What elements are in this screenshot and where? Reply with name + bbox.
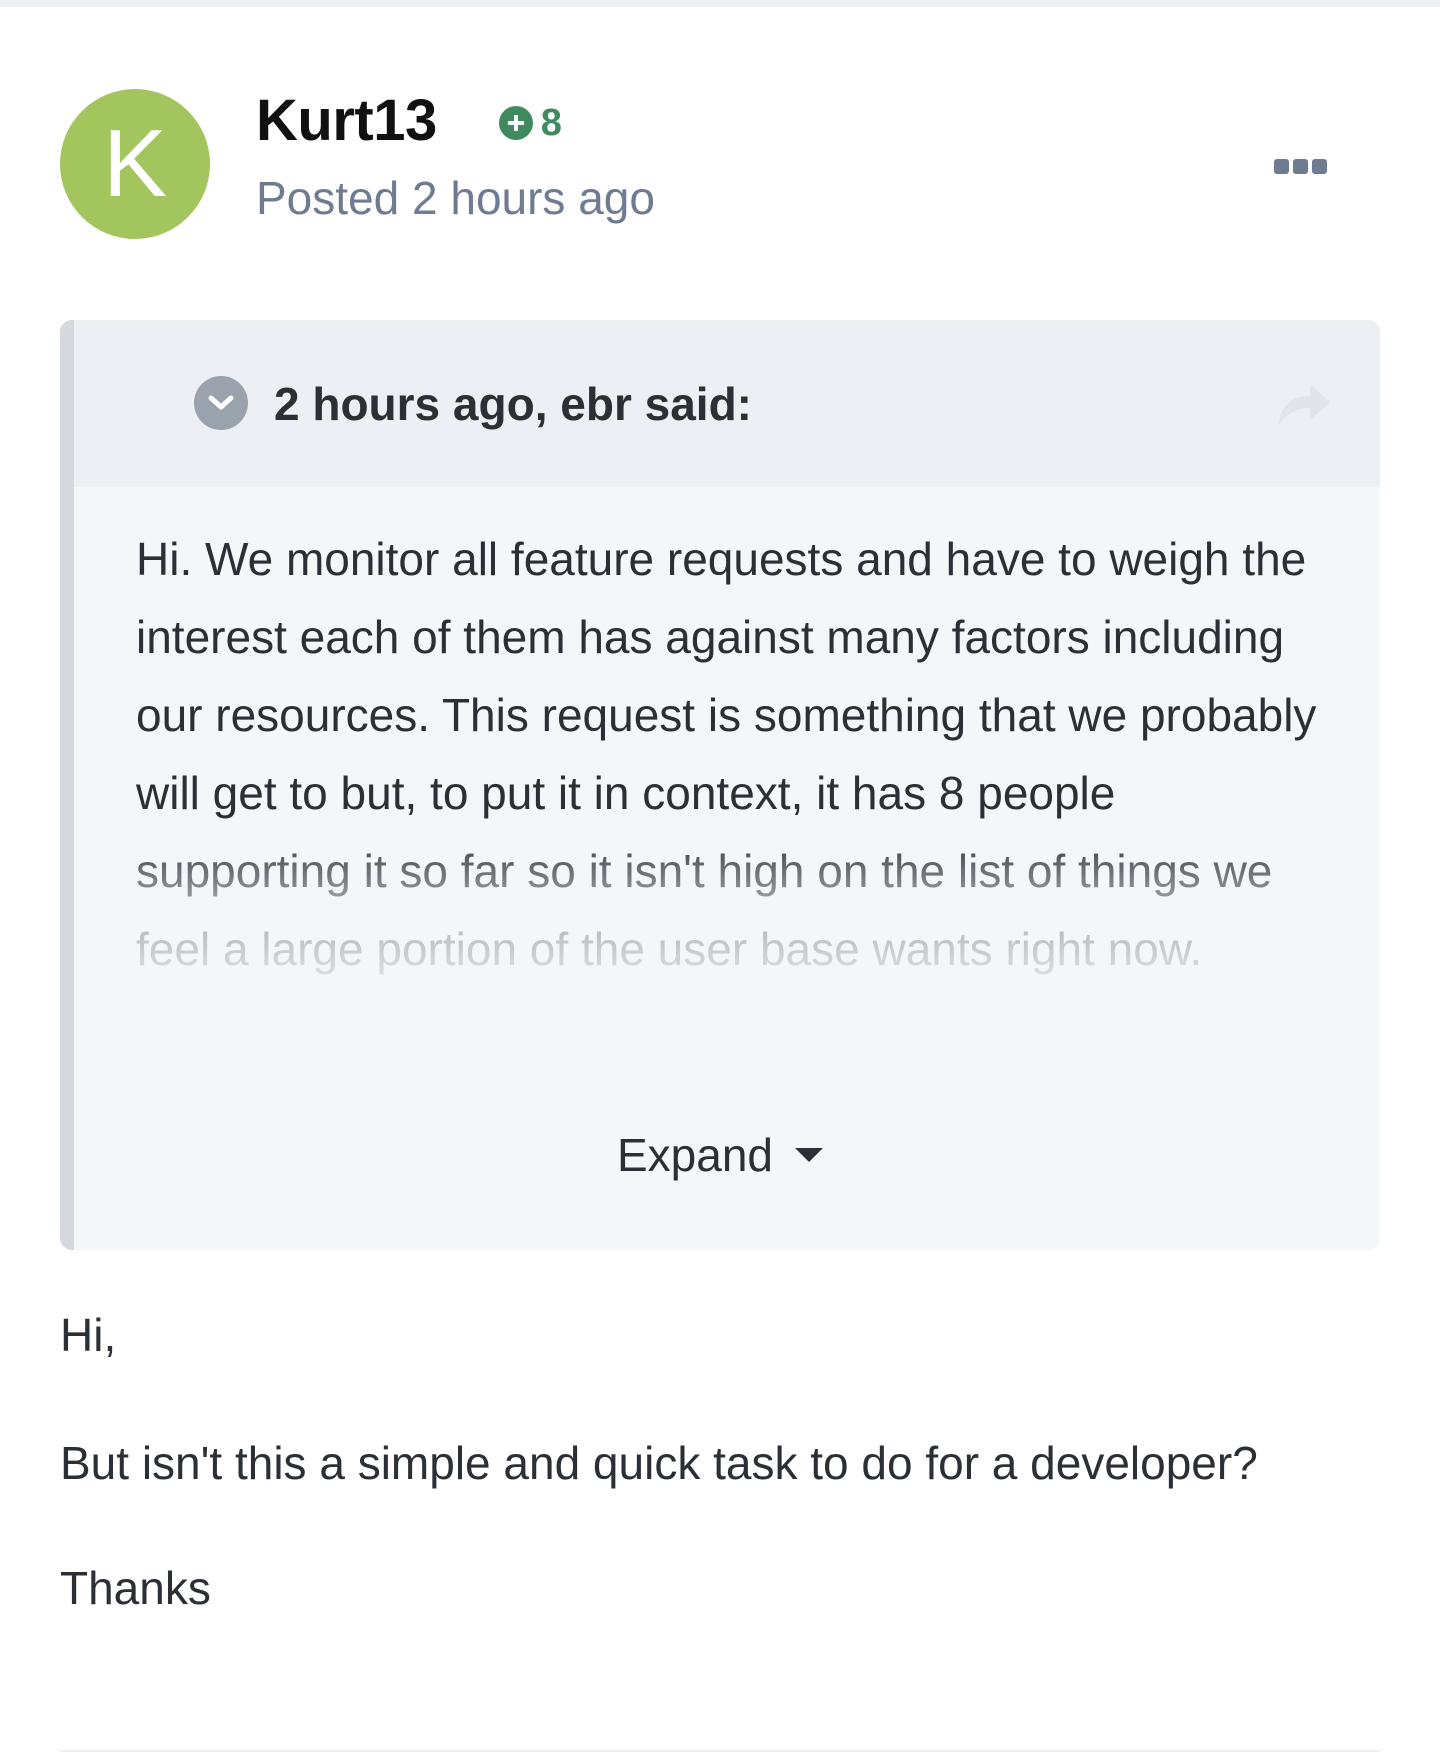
quote-text: Hi. We monitor all feature requests and …: [136, 533, 1317, 975]
reply-paragraph: But isn't this a simple and quick task t…: [60, 1437, 1258, 1489]
top-divider: [0, 0, 1440, 7]
expand-label: Expand: [616, 1129, 773, 1181]
forum-post: K Kurt13 8 Posted 2 hours ago 2 hours ag…: [0, 7, 1440, 1752]
plus-circle-icon: [498, 106, 533, 140]
quote-accent-bar: [60, 320, 74, 1250]
quote-body: Hi. We monitor all feature requests and …: [136, 520, 1336, 975]
more-options-icon-dot-3: [1312, 159, 1327, 174]
post-timestamp[interactable]: Posted 2 hours ago: [256, 171, 655, 225]
quote-citation: 2 hours ago, ebr said:: [274, 378, 752, 430]
avatar[interactable]: K: [60, 89, 210, 239]
more-options-icon-dot-1: [1274, 159, 1289, 174]
more-options-button[interactable]: [1274, 159, 1327, 174]
share-icon[interactable]: [1274, 378, 1334, 430]
post-author-block: Kurt13 8 Posted 2 hours ago: [256, 85, 655, 225]
caret-down-icon: [795, 1148, 823, 1162]
reply-paragraph: Thanks: [60, 1562, 211, 1614]
more-options-icon-dot-2: [1293, 159, 1308, 174]
quote-block: 2 hours ago, ebr said: Hi. We monitor al…: [60, 320, 1380, 1250]
author-name-link[interactable]: Kurt13: [256, 87, 437, 154]
reply-paragraph: Hi,: [60, 1309, 117, 1361]
reputation-count: 8: [540, 101, 562, 144]
reputation-badge[interactable]: 8: [498, 101, 562, 145]
quote-header: 2 hours ago, ebr said:: [74, 320, 1380, 487]
chevron-down-icon[interactable]: [194, 376, 248, 430]
avatar-letter: K: [102, 110, 168, 217]
author-row: Kurt13 8: [256, 85, 655, 155]
expand-button[interactable]: Expand: [60, 1128, 1380, 1182]
